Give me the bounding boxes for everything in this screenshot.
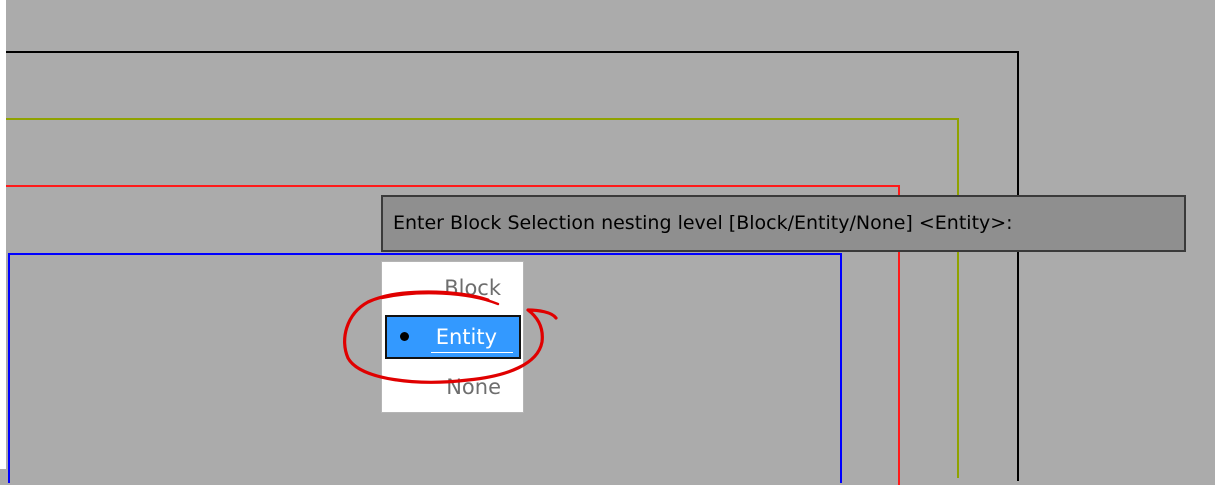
menu-option-none[interactable]: None	[382, 362, 523, 412]
selected-option-highlight: Entity	[385, 315, 521, 359]
entity-label-underline	[431, 352, 513, 353]
command-prompt-text: Enter Block Selection nesting level [Blo…	[393, 212, 1013, 234]
selected-bullet-icon	[400, 332, 409, 341]
menu-option-none-label: None	[446, 375, 501, 399]
menu-option-block-label: Block	[444, 276, 501, 300]
nesting-level-menu: Block Entity None	[381, 261, 524, 413]
menu-option-entity[interactable]: Entity	[383, 312, 522, 362]
drawing-canvas[interactable]: Enter Block Selection nesting level [Blo…	[0, 0, 1215, 485]
menu-option-block[interactable]: Block	[382, 263, 523, 313]
menu-option-entity-label: Entity	[435, 325, 497, 349]
command-prompt-tooltip: Enter Block Selection nesting level [Blo…	[381, 195, 1186, 252]
